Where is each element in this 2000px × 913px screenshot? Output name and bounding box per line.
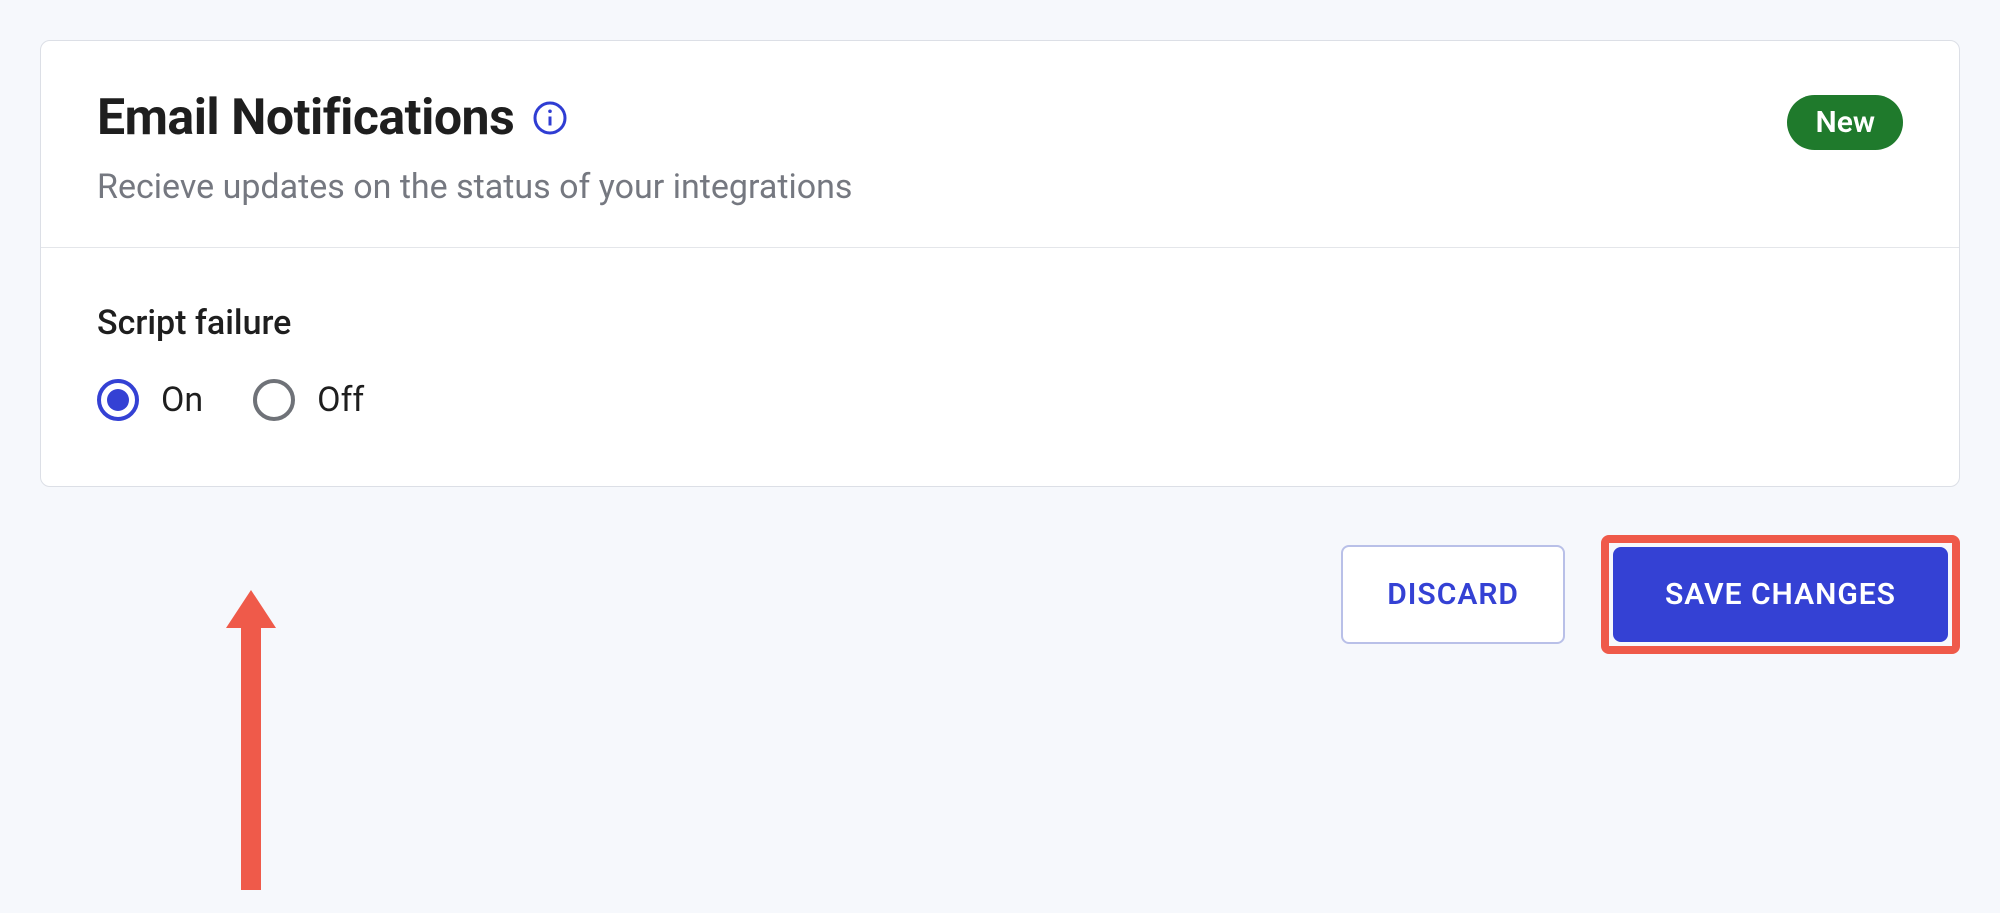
title-row: Email Notifications [97,89,852,147]
script-failure-radio-group: On Off [97,379,1903,421]
save-button-highlight: SAVE CHANGES [1601,535,1960,654]
radio-option-off[interactable]: Off [253,379,364,421]
radio-off-label: Off [317,380,364,420]
radio-option-on[interactable]: On [97,379,203,421]
save-changes-button[interactable]: SAVE CHANGES [1613,547,1948,642]
action-button-row: DISCARD SAVE CHANGES [40,535,1960,654]
card-body: Script failure On Off [41,248,1959,486]
radio-on-icon [97,379,139,421]
new-badge: New [1787,95,1903,150]
radio-on-label: On [161,380,203,420]
card-title: Email Notifications [97,89,514,147]
discard-button[interactable]: DISCARD [1341,545,1565,644]
script-failure-label: Script failure [97,303,1903,343]
email-notifications-card: Email Notifications Recieve updates on t… [40,40,1960,487]
header-text-block: Email Notifications Recieve updates on t… [97,89,852,207]
info-icon[interactable] [532,100,568,136]
card-header: Email Notifications Recieve updates on t… [41,41,1959,248]
radio-off-icon [253,379,295,421]
card-subtitle: Recieve updates on the status of your in… [97,167,852,207]
